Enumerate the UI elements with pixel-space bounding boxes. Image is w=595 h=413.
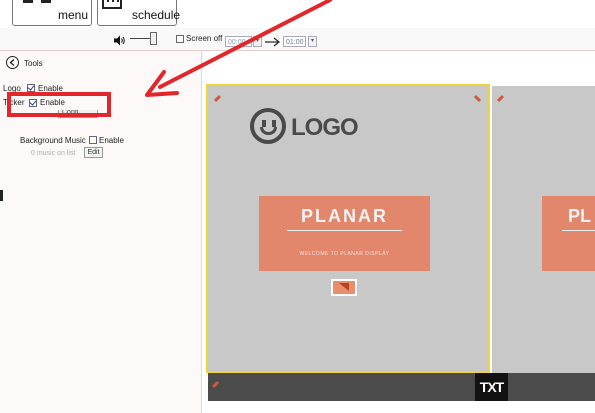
annotation-arrow — [145, 0, 332, 97]
splitter-handle[interactable] — [0, 190, 3, 201]
